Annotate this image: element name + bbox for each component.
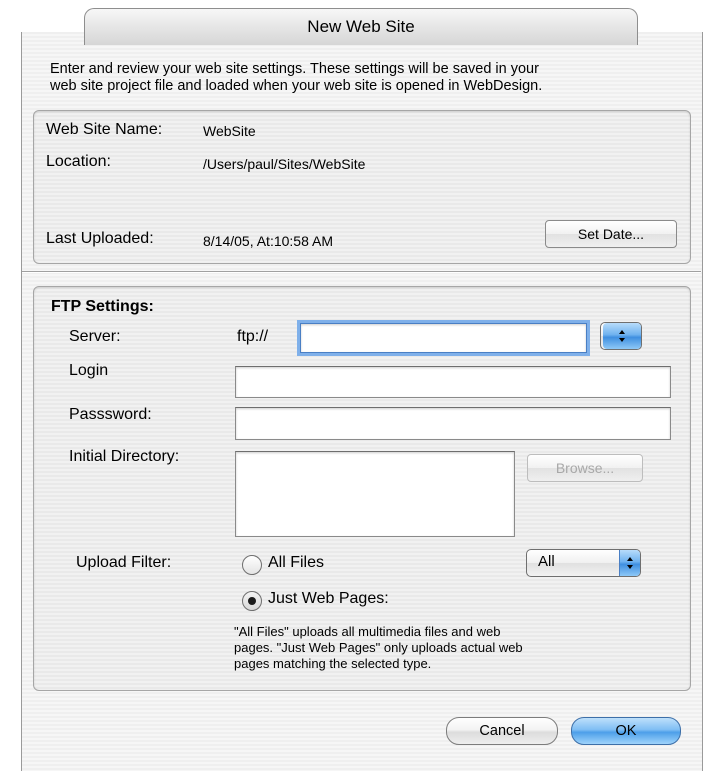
- upload-filter-note: "All Files" uploads all multimedia files…: [234, 624, 664, 672]
- note-line-2: pages. "Just Web Pages" only uploads act…: [234, 640, 523, 655]
- just-web-pages-label[interactable]: Just Web Pages:: [268, 590, 389, 608]
- site-name-label: Web Site Name:: [46, 121, 163, 138]
- site-name-value: WebSite: [203, 123, 256, 139]
- upload-filter-label: Upload Filter:: [76, 554, 172, 571]
- intro-line-2: web site project file and loaded when yo…: [50, 78, 543, 94]
- password-label: Passsword:: [69, 406, 152, 423]
- last-uploaded-value: 8/14/05, At:10:58 AM: [203, 233, 333, 249]
- intro-line-1: Enter and review your web site settings.…: [50, 61, 539, 77]
- location-label: Location:: [46, 153, 111, 170]
- ftp-prefix: ftp://: [237, 328, 269, 345]
- set-date-button[interactable]: Set Date...: [545, 220, 677, 248]
- ftp-settings-title: FTP Settings:: [51, 298, 154, 315]
- server-history-popup[interactable]: [600, 322, 642, 350]
- section-divider: [22, 271, 701, 273]
- server-input[interactable]: [300, 323, 587, 353]
- note-line-1: "All Files" uploads all multimedia files…: [234, 624, 501, 639]
- ok-button[interactable]: OK: [571, 717, 681, 745]
- intro-text: Enter and review your web site settings.…: [50, 61, 690, 95]
- note-line-3: pages matching the selected type.: [234, 656, 432, 671]
- popup-arrows-icon: [603, 323, 641, 349]
- page-type-value: All: [538, 553, 555, 570]
- cancel-button[interactable]: Cancel: [446, 717, 558, 745]
- all-files-label[interactable]: All Files: [268, 554, 324, 572]
- last-uploaded-label: Last Uploaded:: [46, 230, 154, 247]
- password-input[interactable]: [235, 407, 671, 440]
- just-web-pages-radio[interactable]: [242, 591, 262, 611]
- dialog-title: New Web Site: [84, 8, 638, 45]
- page-type-select[interactable]: All: [526, 549, 641, 577]
- browse-button[interactable]: Browse...: [527, 454, 643, 482]
- location-value: /Users/paul/Sites/WebSite: [203, 156, 366, 172]
- server-label: Server:: [69, 328, 121, 345]
- select-arrows-icon: [619, 550, 640, 576]
- initial-directory-input[interactable]: [235, 451, 515, 537]
- login-input[interactable]: [235, 366, 671, 398]
- login-label: Login: [69, 362, 109, 379]
- all-files-radio[interactable]: [242, 555, 262, 575]
- initial-directory-label: Initial Directory:: [69, 448, 180, 465]
